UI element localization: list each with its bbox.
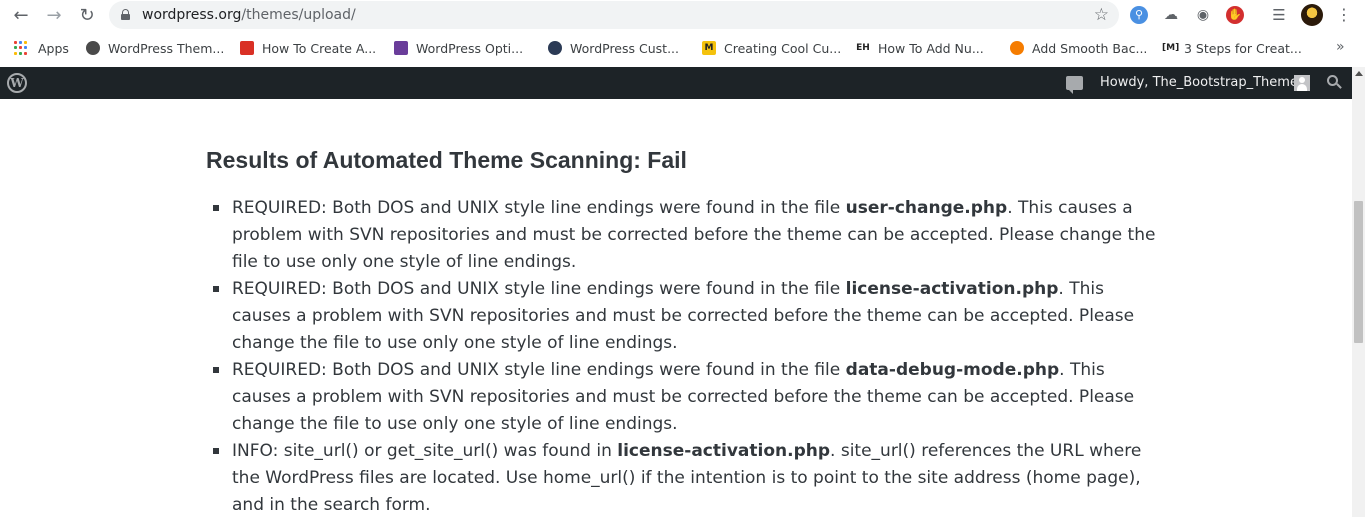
result-filename: data-debug-mode.php: [845, 360, 1060, 380]
bookmark-item[interactable]: M Creating Cool Cu...: [702, 35, 841, 61]
comment-bubble-icon[interactable]: [1066, 76, 1083, 94]
list-item: REQUIRED: Both DOS and UNIX style line e…: [213, 357, 1157, 438]
result-filename: user-change.php: [845, 198, 1008, 218]
kebab-menu-icon[interactable]: ⋮: [1336, 4, 1352, 26]
list-item: REQUIRED: Both DOS and UNIX style line e…: [213, 276, 1157, 357]
results-title: Results of Automated Theme Scanning: Fai…: [206, 147, 687, 173]
search-extension-icon[interactable]: ⚲: [1130, 6, 1148, 24]
cloud-extension-icon[interactable]: ☁: [1162, 6, 1180, 24]
bookmark-item[interactable]: How To Create A...: [240, 35, 376, 61]
scan-results-list: REQUIRED: Both DOS and UNIX style line e…: [213, 195, 1157, 517]
result-text: REQUIRED: Both DOS and UNIX style line e…: [232, 198, 846, 218]
scrollbar-thumb[interactable]: [1354, 201, 1363, 343]
result-text: REQUIRED: Both DOS and UNIX style line e…: [232, 360, 846, 380]
wordpress-logo-icon[interactable]: W: [7, 73, 27, 93]
site-favicon-icon: [240, 41, 254, 55]
bookmark-item[interactable]: WordPress Cust...: [548, 35, 679, 61]
list-item: INFO: site_url() or get_site_url() was f…: [213, 438, 1157, 517]
media-queue-icon[interactable]: ☰: [1270, 6, 1288, 24]
browser-toolbar: ← → ↻ wordpress.org/themes/upload/ ☆ ⚲ ☁…: [0, 0, 1365, 31]
bookmark-apps[interactable]: Apps: [14, 35, 69, 61]
url-text[interactable]: wordpress.org/themes/upload/: [142, 6, 356, 24]
result-filename: license-activation.php: [617, 441, 831, 461]
site-favicon-icon: M: [702, 41, 716, 55]
site-favicon-icon: [M]: [1162, 43, 1180, 53]
reload-icon[interactable]: ↻: [76, 5, 98, 27]
page-content: Results of Automated Theme Scanning: Fai…: [0, 99, 1352, 517]
url-host: wordpress.org: [142, 7, 242, 23]
back-arrow-icon[interactable]: ←: [10, 5, 32, 27]
bookmark-label: Add Smooth Bac...: [1032, 40, 1148, 56]
result-text: REQUIRED: Both DOS and UNIX style line e…: [232, 279, 846, 299]
adblock-icon[interactable]: ✋: [1226, 6, 1244, 24]
bookmark-item[interactable]: [M] 3 Steps for Creat...: [1162, 35, 1302, 61]
bookmarks-bar: Apps WordPress Them... How To Create A..…: [0, 35, 1365, 61]
globe-favicon-icon: [86, 41, 100, 55]
bookmark-item[interactable]: WordPress Them...: [86, 35, 224, 61]
result-text: INFO: site_url() or get_site_url() was f…: [232, 441, 618, 461]
site-favicon-icon: [548, 41, 562, 55]
bookmark-label: How To Add Nu...: [878, 40, 984, 56]
site-favicon-icon: [394, 41, 408, 55]
site-favicon-icon: [1010, 41, 1024, 55]
wp-admin-bar: W Howdy, The_Bootstrap_Themes: [0, 67, 1365, 99]
bookmark-item[interactable]: WordPress Opti...: [394, 35, 523, 61]
bookmark-apps-label: Apps: [38, 40, 69, 56]
result-filename: license-activation.php: [845, 279, 1059, 299]
page-scrollbar[interactable]: [1352, 67, 1365, 517]
scroll-up-arrow-icon[interactable]: [1355, 71, 1363, 76]
bookmark-label: WordPress Opti...: [416, 40, 524, 56]
bookmark-label: Creating Cool Cu...: [724, 40, 842, 56]
bookmark-item[interactable]: Add Smooth Bac...: [1010, 35, 1147, 61]
apps-grid-icon: [14, 41, 28, 55]
bookmark-star-icon[interactable]: ☆: [1094, 4, 1109, 26]
url-path: /themes/upload/: [241, 7, 356, 23]
bookmarks-overflow-icon[interactable]: »: [1336, 39, 1345, 55]
site-favicon-icon: EH: [856, 43, 870, 53]
bookmark-label: WordPress Them...: [108, 40, 225, 56]
bookmark-label: 3 Steps for Creat...: [1184, 40, 1302, 56]
user-avatar-icon[interactable]: [1294, 75, 1310, 91]
lock-icon[interactable]: [121, 9, 130, 20]
bookmark-item[interactable]: EH How To Add Nu...: [856, 35, 984, 61]
search-icon[interactable]: [1327, 75, 1343, 91]
forward-arrow-icon[interactable]: →: [43, 5, 65, 27]
list-item: REQUIRED: Both DOS and UNIX style line e…: [213, 195, 1157, 276]
howdy-user-menu[interactable]: Howdy, The_Bootstrap_Themes: [1100, 67, 1305, 99]
camera-icon[interactable]: ◉: [1194, 6, 1212, 24]
address-bar[interactable]: wordpress.org/themes/upload/ ☆: [109, 1, 1119, 29]
bookmark-label: How To Create A...: [262, 40, 377, 56]
bookmark-label: WordPress Cust...: [570, 40, 679, 56]
profile-avatar[interactable]: [1301, 4, 1323, 26]
